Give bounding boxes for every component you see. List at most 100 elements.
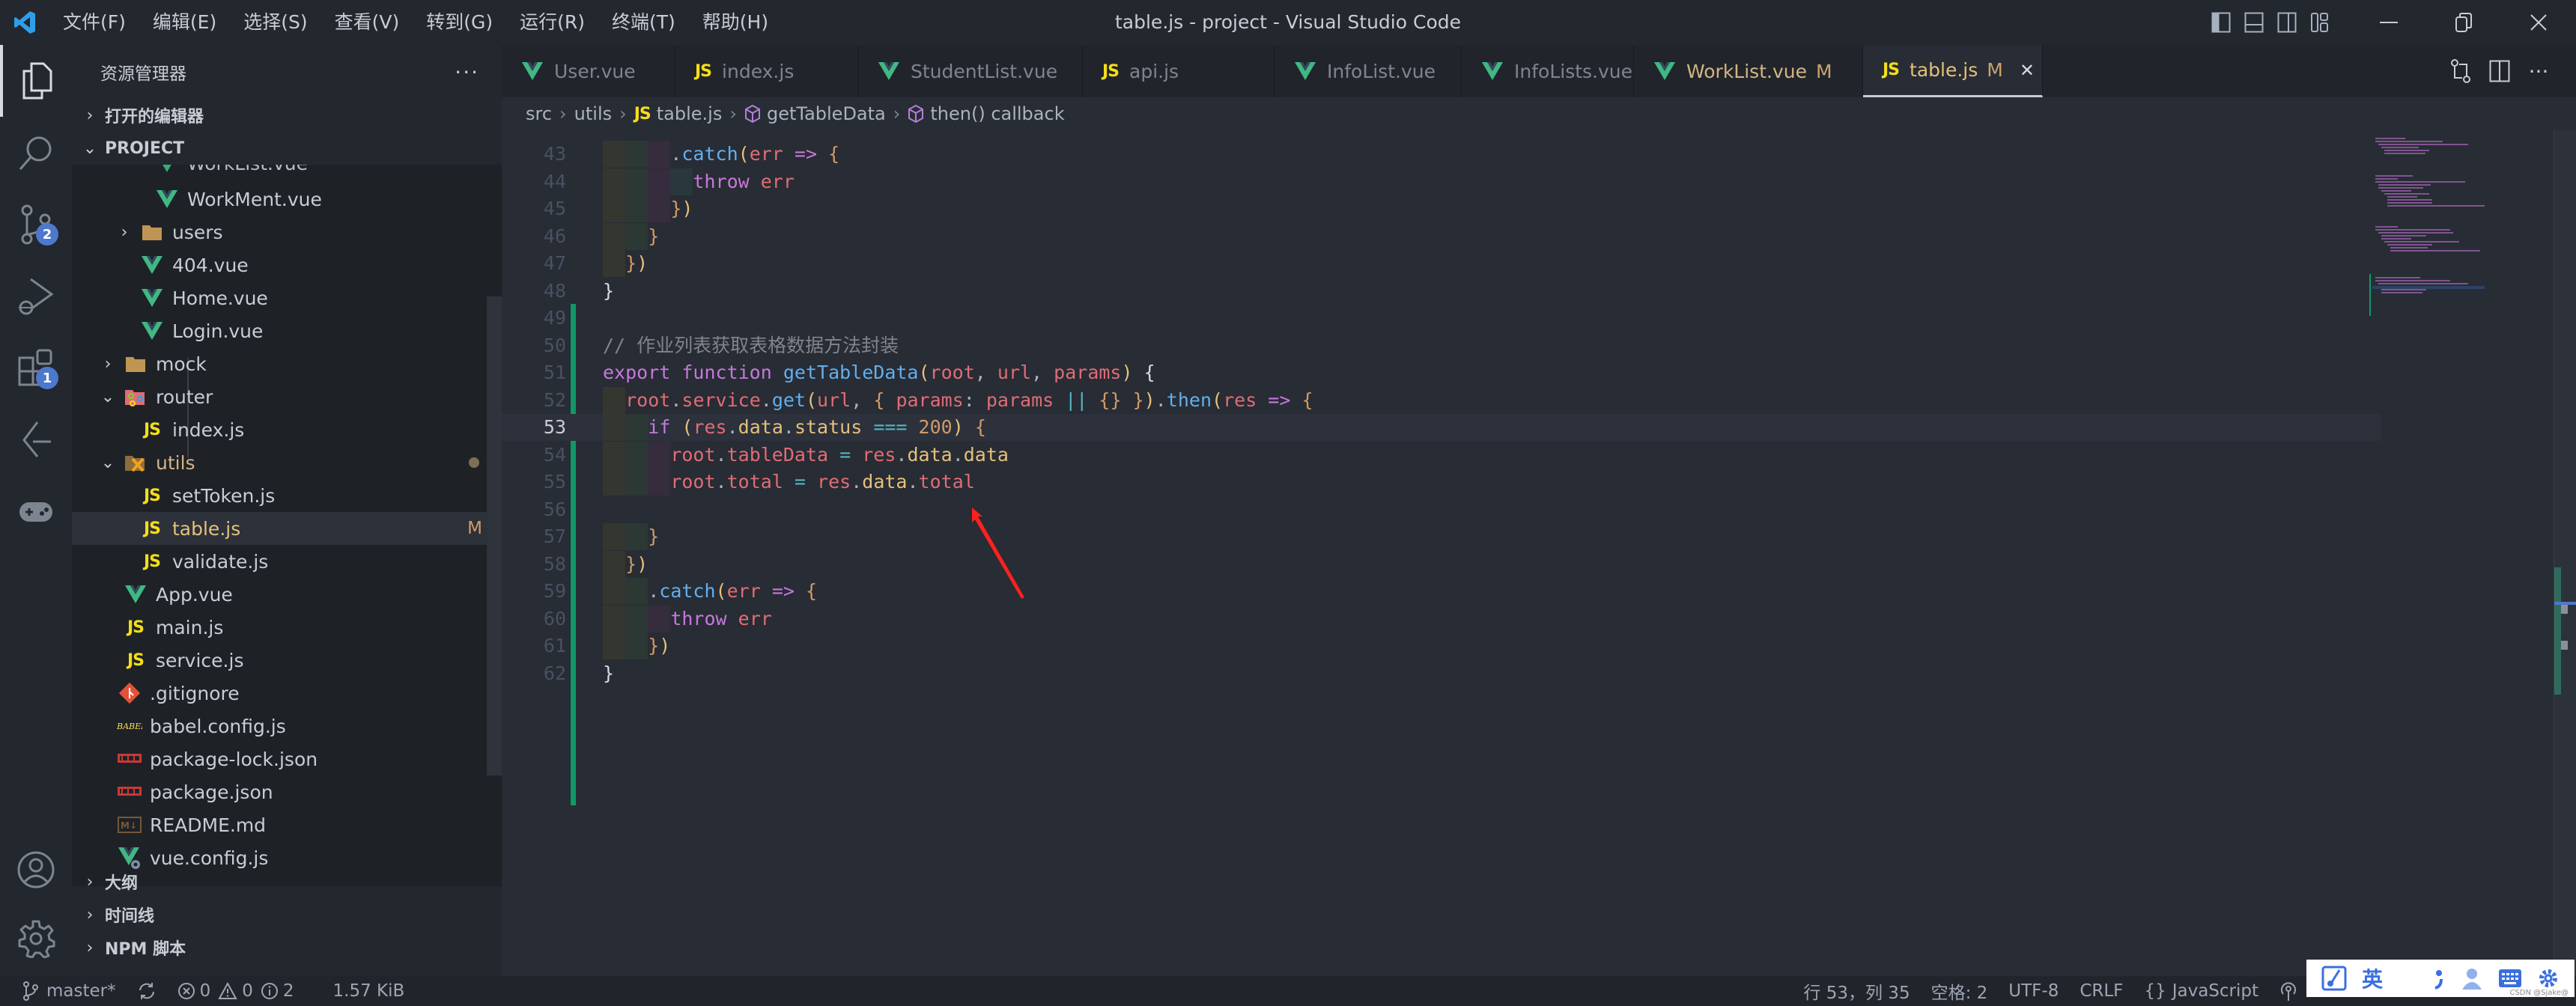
code-line[interactable]: 44 throw err [502,168,2381,195]
tree-item[interactable]: JS setToken.js [72,479,502,512]
menu-view[interactable]: 查看(V) [321,6,413,39]
ime-language-toggle[interactable]: 英 [2362,963,2383,993]
breadcrumb-callback[interactable]: then() callback [930,103,1064,124]
tab-table-js[interactable]: JS table.js M ✕ [1863,45,2043,97]
tree-item[interactable]: BABEL babel.config.js [72,710,502,743]
menu-go[interactable]: 转到(G) [413,6,506,39]
tree-item[interactable]: App.vue [72,578,502,611]
code-line[interactable]: 56 [502,496,2381,523]
breadcrumb-file[interactable]: table.js [657,103,723,124]
section-project[interactable]: ⌄ PROJECT [72,132,502,165]
code-line[interactable]: 54 root.tableData = res.data.data [502,441,2381,469]
code-line[interactable]: 61 }) [502,632,2381,659]
tree-item[interactable]: WorkList.vue [72,165,502,180]
code-line[interactable]: 50 // 作业列表获取表格数据方法封装 [502,332,2381,359]
minimap[interactable] [2369,130,2489,976]
code-line[interactable]: 47 }) [502,250,2381,277]
tree-item[interactable]: ⌄ utils [72,446,502,479]
code-line[interactable]: 55 root.total = res.data.total [502,469,2381,496]
tree-item[interactable]: WorkMent.vue [72,183,502,216]
ime-settings-icon[interactable] [2537,967,2560,990]
status-eol[interactable]: CRLF [2069,976,2133,1006]
code-line[interactable]: 52 root.service.get(url, { params: param… [502,386,2381,414]
tab-infolists-vue[interactable]: InfoLists.vue [1462,45,1634,97]
code-line[interactable]: 59 .catch(err => { [502,578,2381,605]
tree-item[interactable]: JS validate.js [72,545,502,578]
tree-item[interactable]: JS index.js [72,413,502,446]
restore-button[interactable] [2426,0,2501,45]
tree-item[interactable]: JS main.js [72,611,502,644]
tree-item[interactable]: M↓ README.md [72,808,502,841]
tab-index-js[interactable]: JS index.js [675,45,858,97]
menu-file[interactable]: 文件(F) [49,6,139,39]
section-npm-scripts[interactable]: › NPM 脚本 [72,931,502,964]
tree-item[interactable]: JS service.js [72,644,502,677]
tab-infolist-vue[interactable]: InfoList.vue [1275,45,1462,97]
tree-item[interactable]: 404.vue [72,249,502,281]
code-line[interactable]: 46 } [502,222,2381,250]
activity-source-control[interactable]: 2 [0,189,72,260]
tree-item[interactable]: Login.vue [72,314,502,347]
section-outline[interactable]: › 大纲 [72,865,502,898]
explorer-scrollbar[interactable] [487,296,502,775]
tree-item[interactable]: Home.vue [72,281,502,314]
tab-studentlist-vue[interactable]: StudentList.vue [858,45,1083,97]
menu-edit[interactable]: 编辑(E) [139,6,230,39]
tab-user-vue[interactable]: User.vue [502,45,675,97]
code-line[interactable]: 62} [502,660,2381,687]
status-cursor-position[interactable]: 行 53，列 35 [1793,976,1920,1006]
tab-worklist-vue[interactable]: WorkList.vue M [1634,45,1863,97]
minimize-button[interactable] [2351,0,2426,45]
activity-leetcode[interactable] [0,404,72,476]
activity-extensions[interactable]: 1 [0,332,72,404]
tree-item[interactable]: JS table.js M [72,512,502,545]
toggle-panel-button[interactable] [2238,6,2270,39]
menu-terminal[interactable]: 终端(T) [598,6,689,39]
ime-halfwidth-icon[interactable] [2398,967,2417,990]
code-line[interactable]: 60 throw err [502,605,2381,632]
code-line[interactable]: 45 }) [502,195,2381,222]
code-editor[interactable]: 43 .catch(err => {44 throw err 45 }) 46 } 4… [502,130,2576,976]
code-line[interactable]: 43 .catch(err => { [502,141,2381,168]
toggle-secondary-sidebar-button[interactable] [2270,6,2303,39]
code-line[interactable]: 48} [502,278,2381,305]
activity-accounts[interactable] [0,834,72,906]
activity-manage[interactable] [0,903,72,975]
tree-item[interactable]: .gitignore [72,677,502,710]
section-timeline[interactable]: › 时间线 [72,898,502,931]
ime-logo-icon[interactable] [2321,966,2347,991]
activity-games[interactable] [0,476,72,548]
customize-layout-button[interactable] [2303,6,2336,39]
status-language[interactable]: {} JavaScript [2133,976,2269,1006]
status-branch[interactable]: master* [0,976,127,1006]
status-indentation[interactable]: 空格: 2 [1921,976,1999,1006]
ime-keyboard-icon[interactable] [2498,968,2522,989]
menu-selection[interactable]: 选择(S) [230,6,321,39]
code-line[interactable]: 58 }) [502,550,2381,578]
tree-item[interactable]: ⌄ router [72,380,502,413]
toggle-primary-sidebar-button[interactable] [2205,6,2238,39]
menu-run[interactable]: 运行(R) [506,6,598,39]
open-changes-button[interactable] [2441,52,2480,91]
code-line[interactable]: 49 [502,305,2381,332]
editor-vertical-scrollbar[interactable] [2554,130,2576,976]
breadcrumb-utils[interactable]: utils [574,103,612,124]
code-line[interactable]: 57 } [502,523,2381,550]
code-line[interactable]: 51 export function getTableData(root, url… [502,359,2381,386]
activity-explorer[interactable] [0,45,72,117]
editor-more-button[interactable]: ··· [2519,52,2558,91]
tab-api-js[interactable]: JS api.js [1083,45,1275,97]
activity-search[interactable] [0,117,72,189]
breadcrumb-src[interactable]: src [526,103,552,124]
breadcrumb-function[interactable]: getTableData [767,103,886,124]
tree-item[interactable]: › users [72,216,502,249]
sidebar-more-button[interactable]: ··· [455,60,479,85]
close-tab-icon[interactable]: ✕ [2020,60,2035,81]
menu-help[interactable]: 帮助(H) [689,6,782,39]
ime-punctuation-icon[interactable] [2432,967,2446,990]
tree-item[interactable]: package.json [72,775,502,808]
status-problems[interactable]: 0 0 2 [167,976,305,1006]
activity-run-debug[interactable] [0,260,72,332]
ime-user-icon[interactable] [2461,967,2483,990]
tree-item[interactable]: package-lock.json [72,743,502,775]
